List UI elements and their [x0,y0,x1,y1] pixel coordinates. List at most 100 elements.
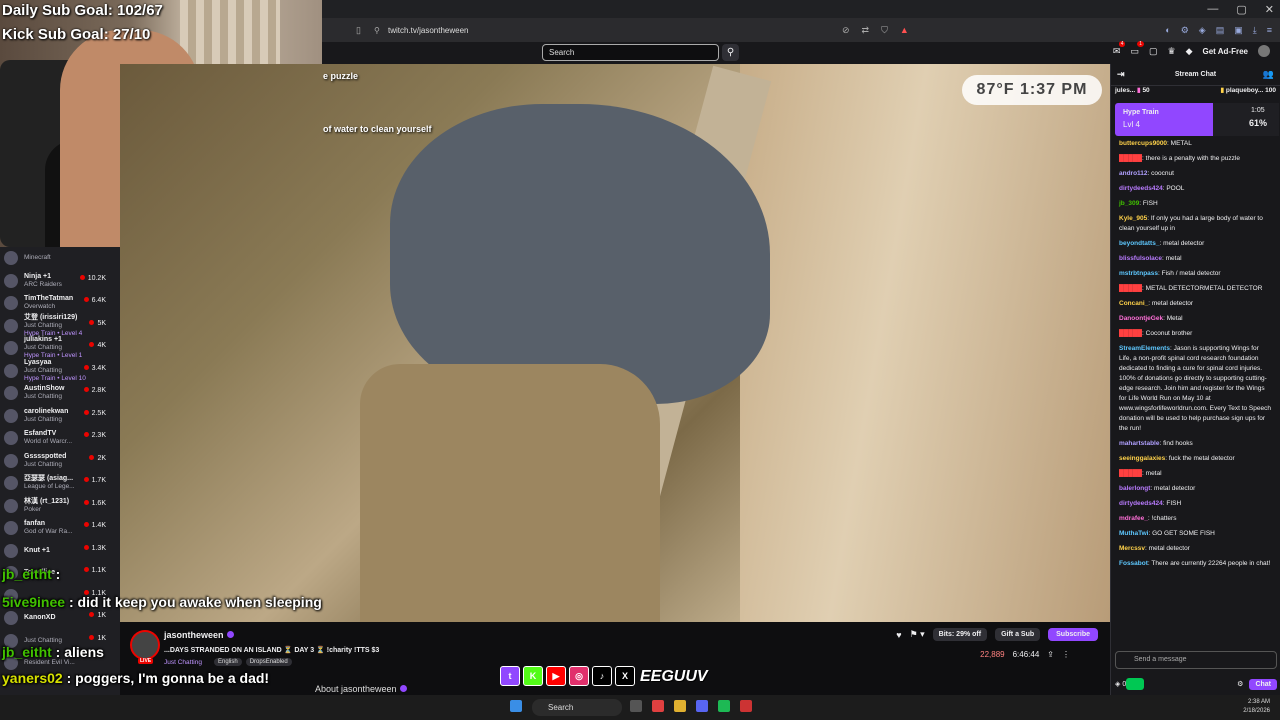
chat-username[interactable]: dirtydeeds424 [1119,500,1163,507]
share-icon[interactable]: ⇪ [1047,650,1054,659]
chat-username-redacted[interactable]: █████ [1119,285,1142,292]
url-field[interactable]: twitch.tv/jasontheween [388,26,469,35]
sidebar-channel[interactable]: 林漢 (rt_1231) Poker 1.6K [0,495,120,518]
extension-icon-2[interactable]: ⚙ [1181,25,1189,36]
minimize-icon[interactable]: — [1207,3,1218,15]
site-info-icon[interactable]: ⚲ [374,26,380,35]
channel-name[interactable]: jasontheween [164,630,234,640]
sidebar-channel[interactable]: TimTheTatman Overwatch 6.4K [0,292,120,315]
sidebar-channel[interactable]: fanfan God of War Ra... 1.4K [0,517,120,540]
chat-username[interactable]: buttercups9000 [1119,140,1167,147]
gift-sub-button[interactable]: Gift a Sub [995,628,1041,641]
spotify-icon[interactable] [718,700,730,712]
sidebar-channel[interactable]: Ninja +1 ARC Raiders 10.2K [0,270,120,293]
notifications-icon[interactable]: ▭ 1 [1130,40,1144,57]
follow-heart-icon[interactable]: ♥ [896,630,901,640]
shield-icon[interactable]: ⛉ [881,25,888,36]
chat-username[interactable]: blissfulsolace [1119,255,1162,262]
download-icon[interactable]: ⤓ [1253,25,1257,36]
sidebar-channel[interactable]: 亞瑟瑟 (asiag... League of Lege... 1.7K [0,472,120,495]
get-ad-free-button[interactable]: Get Ad-Free [1203,47,1249,56]
chat-username[interactable]: jb_309 [1119,200,1139,207]
channel-avatar[interactable] [130,630,160,660]
chat-message: █████: METAL DETECTORMETAL DETECTOR [1119,285,1263,292]
notification-bell-icon[interactable]: ⚑ ▾ [910,629,925,640]
share-icon[interactable]: ⇄ [862,25,870,36]
chat-username[interactable]: balerlongt [1119,485,1150,492]
about-section-link[interactable]: About jasontheween [315,684,407,694]
chat-username[interactable]: MuthaTwi [1119,530,1149,537]
chat-username[interactable]: Concani_ [1119,300,1148,307]
more-options-icon[interactable]: ⋮ [1062,650,1070,659]
menu-icon[interactable]: ≡ [1267,25,1272,36]
points-reward-icon[interactable] [1126,678,1145,690]
inbox-icon[interactable]: ✉ 4 [1113,40,1126,57]
sidebar-channel[interactable]: Gsssspotted Just Chatting 2K [0,450,120,473]
chat-username[interactable]: andro112 [1119,170,1148,177]
overlay-chat-line: jb_eitht : [2,566,61,582]
task-view-icon[interactable] [630,700,642,712]
chat-input[interactable]: Send a message [1115,651,1277,669]
chat-username[interactable]: beyondtatts_ [1119,240,1159,247]
discord-icon[interactable] [696,700,708,712]
sidebar-channel[interactable]: juliakins +1 Just Chatting Hype Train • Le… [0,336,120,360]
whispers-icon[interactable]: ▢ [1149,46,1158,57]
channel-name-text[interactable]: jasontheween [164,630,224,640]
extension-icon-1[interactable]: ◐ [1165,25,1170,36]
sidebar-channel[interactable]: carolinekwan Just Chatting 2.5K [0,405,120,428]
chat-send-button[interactable]: Chat [1249,678,1277,690]
obs-icon[interactable] [740,700,752,712]
wallet-icon[interactable]: ▣ [1234,25,1243,36]
chat-username[interactable]: Kyle_905 [1119,215,1147,222]
alert-icon[interactable]: ▲ [900,25,909,36]
stream-category[interactable]: Just Chatting [164,659,202,666]
chat-username-redacted[interactable]: █████ [1119,470,1142,477]
brave-icon[interactable] [652,700,664,712]
channel-game: Just Chatting [24,393,62,401]
chat-settings-icon[interactable]: ⚙ [1237,680,1243,688]
video-player[interactable] [120,64,1110,622]
hype-train-banner[interactable]: Hype Train Lvl 4 1:05 61% [1115,103,1279,136]
chat-username[interactable]: Mercssv [1119,545,1145,552]
taskbar-search[interactable]: Search [532,699,622,716]
sidebar-channel[interactable]: EsfandTV World of Warcr... 2.3K [0,427,120,450]
chat-username[interactable]: DanoontjeGek [1119,315,1163,322]
user-avatar[interactable] [1258,45,1270,57]
chat-username[interactable]: mdrafee_ [1119,515,1148,522]
chat-username[interactable]: dirtydeeds424 [1119,185,1163,192]
close-icon[interactable]: ✕ [1265,3,1274,16]
bookmark-icon[interactable]: ▯ [356,25,361,36]
chat-users-icon[interactable]: 👥 [1263,69,1274,80]
tag[interactable]: English [214,658,242,666]
chat-username[interactable]: Fossabot [1119,560,1148,567]
bits-button[interactable]: Bits: 29% off [932,628,988,641]
prime-icon[interactable]: ♛ [1168,46,1176,57]
collapse-chat-icon[interactable]: ⇥ [1117,69,1125,80]
sidebar-channel[interactable]: AustinShow Just Chatting 2.8K [0,382,120,405]
file-explorer-icon[interactable] [674,700,686,712]
chat-username-redacted[interactable]: █████ [1119,155,1142,162]
sidebar-icon[interactable]: ▤ [1216,25,1225,36]
search-icon[interactable]: ⚲ [722,44,739,61]
chat-username-redacted[interactable]: █████ [1119,330,1142,337]
search-input[interactable]: Search [542,44,719,61]
channel-points[interactable]: ◈ 0 [1115,680,1126,688]
sidebar-channel[interactable]: 艾登 (irissiri129) Just Chatting Hype Train … [0,314,120,338]
about-label[interactable]: About jasontheween [315,684,397,694]
sidebar-channel[interactable]: Minecraft [0,247,120,270]
system-clock[interactable]: 2:38 AM 2/18/2026 [1243,698,1270,716]
maximize-icon[interactable]: ▢ [1236,3,1246,16]
tag[interactable]: DropsEnabled [245,658,292,666]
extension-icon-3[interactable]: ◈ [1199,25,1206,36]
sidebar-channel[interactable]: Knut +1 1.3K [0,540,120,563]
bits-icon[interactable]: ◆ [1186,46,1193,57]
chat-username[interactable]: seeinggalaxies [1119,455,1165,462]
subscribe-button[interactable]: Subscribe [1048,628,1098,641]
chat-username[interactable]: mahartstable [1119,440,1159,447]
chat-username[interactable]: mstrbtnpass [1119,270,1158,277]
sidebar-channel[interactable]: KanonXD 1K [0,607,120,630]
chat-username[interactable]: StreamElements [1119,345,1170,352]
start-icon[interactable] [510,700,522,712]
no-track-icon[interactable]: ⊘ [842,25,850,36]
sidebar-channel[interactable]: Lyasyaa Just Chatting Hype Train • Level 1… [0,359,120,383]
